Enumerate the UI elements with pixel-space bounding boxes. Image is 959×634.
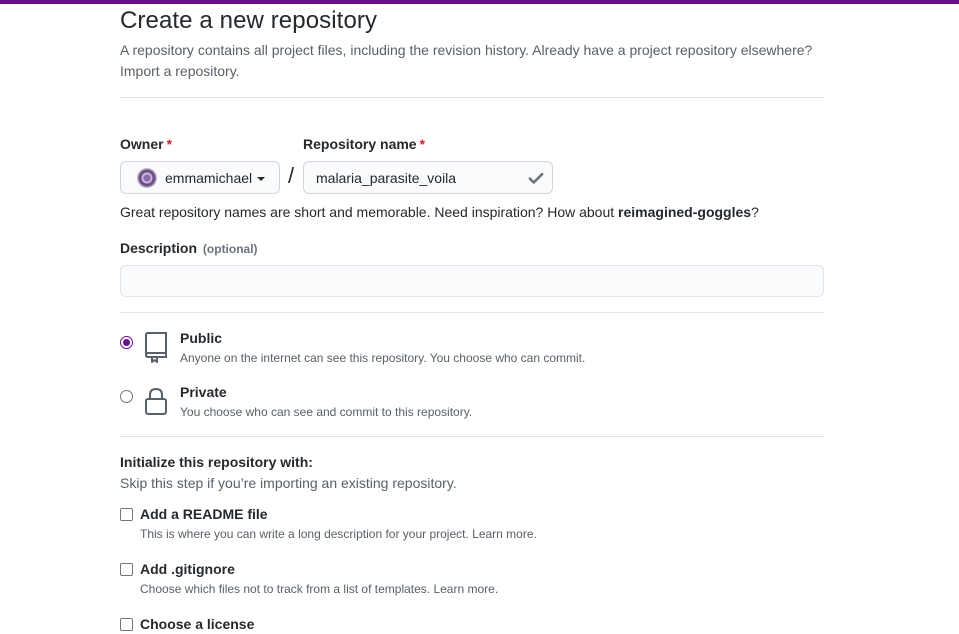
optional-tag: (optional) <box>202 242 258 256</box>
readme-option-desc: This is where you can write a long descr… <box>140 527 537 541</box>
public-option-desc: Anyone on the internet can see this repo… <box>180 351 586 365</box>
gitignore-option-title: Add .gitignore <box>140 561 235 577</box>
caret-down-icon <box>257 176 266 181</box>
owner-value: emmamichael <box>165 169 253 186</box>
page-subtitle: A repository contains all project files,… <box>120 40 820 82</box>
name-suggestion[interactable]: reimagined-goggles <box>618 204 751 220</box>
private-option-title: Private <box>180 384 227 400</box>
initialize-subtitle: Skip this step if you’re importing an ex… <box>120 475 457 491</box>
initialize-title: Initialize this repository with: <box>120 454 313 470</box>
readme-checkbox[interactable] <box>120 508 133 521</box>
owner-label-text: Owner <box>120 136 164 152</box>
required-mark: * <box>166 136 173 152</box>
license-checkbox[interactable] <box>120 618 133 631</box>
description-label-text: Description <box>120 240 198 256</box>
private-option-desc: You choose who can see and commit to thi… <box>180 405 473 419</box>
description-divider <box>120 312 824 313</box>
private-radio[interactable] <box>120 390 133 403</box>
repo-name-hint: Great repository names are short and mem… <box>120 204 759 220</box>
description-label: Description (optional) <box>120 240 258 256</box>
gitignore-checkbox[interactable] <box>120 563 133 576</box>
license-option-title: Choose a license <box>140 616 255 632</box>
visibility-divider <box>120 436 824 437</box>
readme-option-title: Add a README file <box>140 506 268 522</box>
description-input[interactable] <box>120 265 824 297</box>
page-title: Create a new repository <box>120 7 378 34</box>
hint-text: Great repository names are short and mem… <box>120 204 619 220</box>
check-icon <box>528 172 544 184</box>
hint-suffix: ? <box>751 204 759 220</box>
public-radio[interactable] <box>120 336 133 349</box>
owner-label: Owner * <box>120 136 172 152</box>
header-divider <box>120 97 824 98</box>
public-option-title: Public <box>180 330 223 346</box>
required-mark: * <box>419 136 426 152</box>
lock-icon <box>145 387 167 415</box>
repo-icon <box>145 332 167 363</box>
owner-repo-separator: / <box>288 163 295 188</box>
subtitle-text: A repository contains all project files,… <box>120 42 813 58</box>
repo-name-label-text: Repository name <box>303 136 417 152</box>
top-accent-bar <box>0 0 959 4</box>
owner-dropdown[interactable]: emmamichael <box>120 161 280 194</box>
gitignore-option-desc: Choose which files not to track from a l… <box>140 582 499 596</box>
repo-name-label: Repository name * <box>303 136 425 152</box>
repo-name-input[interactable] <box>303 161 553 194</box>
import-repository-link[interactable]: Import a repository. <box>120 63 240 79</box>
user-avatar <box>137 167 157 188</box>
